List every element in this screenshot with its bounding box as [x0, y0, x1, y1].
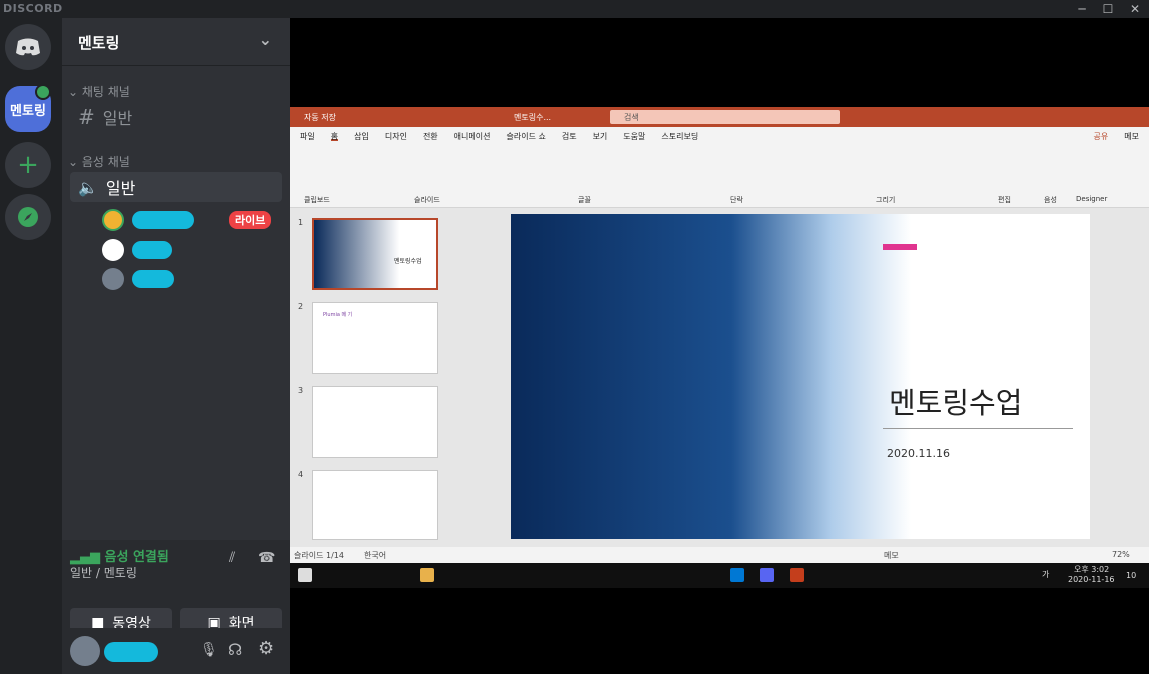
slide-thumb-4[interactable]: [312, 470, 438, 540]
tab-help[interactable]: 도움말: [623, 131, 645, 141]
avatar: [102, 239, 124, 261]
accent-bar: [883, 244, 917, 250]
server-header[interactable]: 멘토링 ⌄: [62, 18, 290, 66]
discord-icon[interactable]: [760, 568, 774, 582]
speaker-icon: 🔈: [78, 177, 98, 197]
ribbon-tabs: 파일 홈 삽입 디자인 전환 애니메이션 슬라이드 쇼 검토 보기 도움말 스토…: [290, 127, 1149, 145]
ribbon: 클립보드 슬라이드 글꼴 단락 그리기 편집 음성 Designer: [290, 145, 1149, 208]
tab-slideshow[interactable]: 슬라이드 쇼: [506, 131, 545, 141]
powerpoint-icon[interactable]: [790, 568, 804, 582]
title-divider: [883, 428, 1073, 429]
voice-connection-panel: ▂▄▆ 음성 연결됨 일반 / 멘토링 ⫽ ☎ ■ 동영상 ▣ 화면: [62, 540, 290, 638]
close-button[interactable]: ✕: [1121, 0, 1149, 18]
window-titlebar: DISCORD ─ ☐ ✕: [0, 0, 1149, 18]
channel-sidebar: 멘토링 ⌄ ⌄ 채팅 채널 # 일반 ⌄ 음성 채널 🔈 일반 라이브 ▂▄▆ 음성…: [62, 18, 290, 674]
server-list: 멘토링 +: [0, 18, 62, 674]
windows-taskbar: 가 오후 3:02 2020-11-16 10: [290, 563, 1149, 588]
microphone-icon[interactable]: 🎙: [200, 642, 218, 658]
slide-thumb-2[interactable]: Plumia 메 기: [312, 302, 438, 374]
tab-home[interactable]: 홈: [330, 131, 339, 141]
autosave-label: 자동 저장: [304, 113, 336, 122]
ppt-statusbar: 슬라이드 1/14 한국어 메모 72%: [290, 547, 1149, 563]
slide-counter: 슬라이드 1/14: [294, 551, 344, 560]
redacted-username: [132, 241, 172, 259]
clock-date[interactable]: 2020-11-16: [1068, 575, 1115, 584]
user-panel: 🎙 ☊ ⚙: [62, 628, 290, 674]
user-avatar[interactable]: [70, 636, 100, 666]
slide-date[interactable]: 2020.11.16: [887, 447, 950, 460]
language-indicator[interactable]: 한국어: [364, 550, 386, 561]
redacted-username: [104, 642, 158, 662]
voice-user[interactable]: [102, 267, 174, 291]
slide-title[interactable]: 멘토링수업: [889, 380, 1022, 422]
slide-thumb-3[interactable]: [312, 386, 438, 458]
slide-canvas[interactable]: 멘토링수업 2020.11.16: [511, 214, 1090, 539]
text-channel-general[interactable]: # 일반: [70, 102, 282, 132]
group-paragraph: 단락: [730, 196, 743, 204]
ppt-titlebar: 자동 저장 멘토링수... 검색: [290, 107, 1149, 127]
discord-wordmark: DISCORD: [3, 2, 63, 15]
voice-location[interactable]: 일반 / 멘토링: [70, 564, 137, 581]
redacted-username: [132, 270, 174, 288]
group-drawing: 그리기: [876, 196, 896, 204]
zoom-level[interactable]: 72%: [1112, 550, 1130, 559]
group-editing: 편집: [998, 196, 1011, 204]
avatar: [102, 268, 124, 290]
discord-home-icon[interactable]: [5, 24, 51, 70]
group-font: 글꼴: [578, 196, 591, 204]
gear-icon[interactable]: ⚙: [258, 638, 274, 659]
ime-indicator[interactable]: 가: [1042, 569, 1049, 580]
headphones-icon[interactable]: ☊: [228, 640, 242, 659]
avatar: [102, 209, 124, 231]
hash-icon: #: [78, 105, 95, 129]
tab-file[interactable]: 파일: [300, 131, 315, 141]
voice-channel-general[interactable]: 🔈 일반: [70, 172, 282, 202]
tab-transitions[interactable]: 전환: [423, 131, 438, 141]
group-designer: Designer: [1076, 195, 1108, 203]
shared-powerpoint-window: 자동 저장 멘토링수... 검색 파일 홈 삽입 디자인 전환 애니메이션 슬라…: [290, 107, 1149, 563]
maximize-button[interactable]: ☐: [1094, 0, 1122, 18]
slide-thumbnails: 1 멘토링수업 2 Plumia 메 기 3 4: [290, 208, 460, 544]
disconnect-icon[interactable]: ☎: [258, 550, 275, 566]
noise-suppression-icon[interactable]: ⫽: [229, 550, 235, 566]
voice-status[interactable]: ▂▄▆ 음성 연결됨: [70, 546, 169, 565]
search-box[interactable]: 검색: [610, 110, 840, 124]
tab-storyboarding[interactable]: 스토리보딩: [661, 131, 698, 141]
compass-icon[interactable]: [5, 194, 51, 240]
clock-time[interactable]: 오후 3:02: [1074, 564, 1109, 575]
voice-category[interactable]: ⌄ 음성 채널: [68, 153, 130, 170]
redacted-username: [132, 211, 194, 229]
tab-review[interactable]: 검토: [562, 131, 577, 141]
file-explorer-icon[interactable]: [420, 568, 434, 582]
notes-button[interactable]: 메모: [884, 550, 899, 561]
voice-user[interactable]: [102, 208, 194, 232]
live-badge: 라이브: [229, 211, 272, 229]
speaker-icon: [35, 84, 51, 100]
start-icon[interactable]: [298, 568, 312, 582]
voice-user[interactable]: [102, 238, 172, 262]
notification-count[interactable]: 10: [1126, 571, 1136, 580]
minimize-button[interactable]: ─: [1068, 0, 1096, 18]
tab-animations[interactable]: 애니메이션: [454, 131, 491, 141]
share-button[interactable]: 공유: [1094, 131, 1109, 141]
tab-view[interactable]: 보기: [593, 131, 608, 141]
chevron-down-icon: ⌄: [258, 30, 272, 49]
tab-insert[interactable]: 삽입: [354, 131, 369, 141]
server-name: 멘토링: [78, 34, 120, 52]
tab-design[interactable]: 디자인: [385, 131, 407, 141]
group-voice: 음성: [1044, 196, 1057, 204]
group-clipboard: 클립보드: [304, 196, 330, 204]
doc-title: 멘토링수...: [514, 113, 552, 122]
starfield-background: [511, 214, 911, 539]
slide-thumb-1[interactable]: 멘토링수업: [312, 218, 438, 290]
add-server-icon[interactable]: +: [5, 142, 51, 188]
edge-icon[interactable]: [730, 568, 744, 582]
group-slides: 슬라이드: [414, 196, 440, 204]
comments-button[interactable]: 메모: [1124, 131, 1139, 141]
text-category[interactable]: ⌄ 채팅 채널: [68, 83, 130, 100]
